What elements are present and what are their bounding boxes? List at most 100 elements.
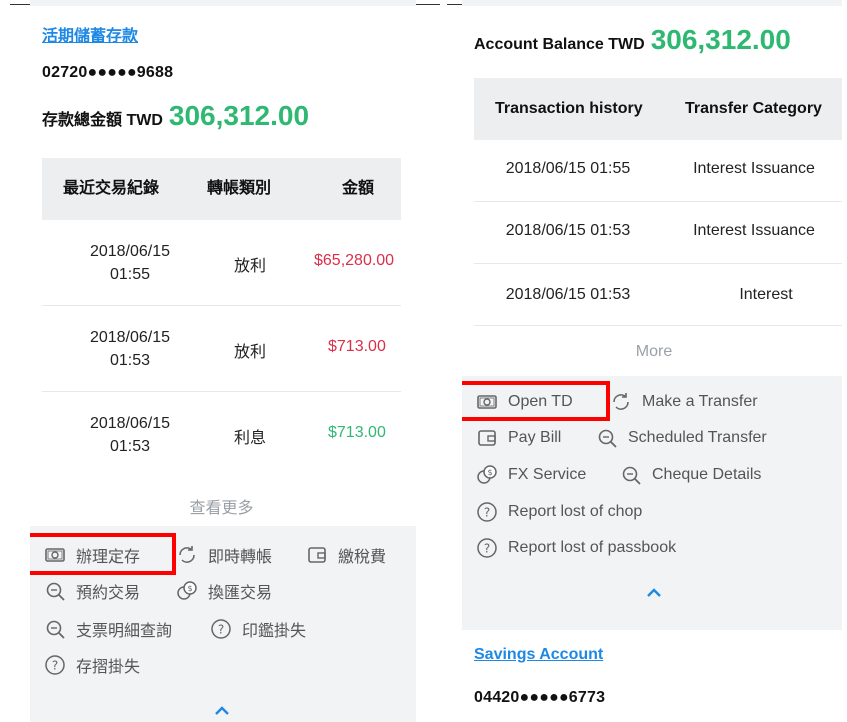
- transaction-date: 2018/06/15: [89, 329, 171, 346]
- search-icon: [44, 618, 66, 640]
- balance-label: 存款總金額 TWD: [42, 112, 163, 129]
- transaction-row[interactable]: 2018/06/15 01:55 放利 $65,280.00: [42, 220, 401, 306]
- search-icon: [44, 580, 66, 602]
- svg-text:?: ?: [484, 542, 490, 556]
- transaction-amount: $713.00: [328, 424, 386, 441]
- transactions-header: 最近交易紀錄 轉帳類別 金額: [42, 158, 401, 220]
- transactions-header: Transaction history Transfer Category: [474, 78, 842, 140]
- savings-account-card[interactable]: Savings Account 04420●●●●●6773: [462, 630, 842, 722]
- search-icon: [620, 464, 642, 486]
- transaction-amount: $713.00: [328, 338, 386, 355]
- transaction-row[interactable]: 2018/06/15 01:53 Interest: [474, 264, 842, 326]
- fx-button[interactable]: $ 換匯交易: [176, 579, 272, 603]
- header-recent-transactions: 最近交易紀錄: [63, 180, 160, 197]
- search-icon: [596, 427, 618, 449]
- currency-exchange-icon: $: [176, 580, 198, 602]
- account-name[interactable]: 活期儲蓄存款: [42, 22, 138, 46]
- savings-account-name[interactable]: Savings Account: [474, 646, 603, 664]
- fx-service-button[interactable]: $ FX Service: [476, 464, 586, 486]
- transaction-date: 2018/06/15: [89, 243, 171, 260]
- account-card: Account Balance TWD 306,312.00 Transactio…: [462, 6, 842, 376]
- transaction-category: 利息: [233, 430, 266, 447]
- scheduled-button[interactable]: 預約交易: [44, 579, 140, 603]
- transaction-time: 01:55: [109, 266, 151, 283]
- fx-label: 換匯交易: [208, 585, 273, 602]
- refresh-arrows-icon: [610, 391, 632, 413]
- question-circle-icon: ?: [476, 501, 498, 523]
- transaction-time: 01:53: [109, 438, 151, 455]
- svg-text:?: ?: [484, 506, 490, 520]
- chop-label: 印鑑掛失: [242, 623, 307, 640]
- report-passbook-button[interactable]: ? Report lost of passbook: [476, 537, 676, 559]
- svg-text:?: ?: [218, 623, 224, 637]
- wallet-icon: [306, 544, 328, 566]
- transaction-datetime: 2018/06/15 01:53: [50, 326, 210, 372]
- transaction-datetime: 2018/06/15 01:53: [50, 412, 210, 458]
- view-more-link[interactable]: 查看更多: [42, 494, 401, 518]
- svg-text:?: ?: [52, 659, 58, 673]
- transaction-category: Interest Issuance: [693, 160, 815, 177]
- report-passbook-label: Report lost of passbook: [508, 539, 677, 556]
- transaction-datetime: 2018/06/15 01:55: [505, 160, 631, 177]
- transaction-row[interactable]: 2018/06/15 01:53 放利 $713.00: [42, 306, 401, 392]
- transaction-amount: $65,280.00: [314, 252, 395, 269]
- transaction-category: 放利: [233, 344, 266, 361]
- account-card: 活期儲蓄存款 02720●●●●●9688 存款總金額 TWD 306,312.0…: [30, 6, 416, 526]
- report-chop-label: Report lost of chop: [508, 503, 643, 520]
- cheque-details-button[interactable]: Cheque Details: [620, 464, 761, 486]
- pay-tax-button[interactable]: 繳稅費: [306, 543, 386, 567]
- refresh-arrows-icon: [176, 544, 198, 566]
- cheque-button[interactable]: 支票明細查詢: [44, 617, 172, 641]
- report-chop-button[interactable]: ? Report lost of chop: [476, 501, 642, 523]
- highlight-box: [462, 381, 610, 421]
- question-circle-icon: ?: [44, 654, 66, 676]
- transaction-row[interactable]: 2018/06/15 01:55 Interest Issuance: [474, 140, 842, 202]
- balance-label: Account Balance TWD: [474, 36, 645, 53]
- svg-text:$: $: [187, 584, 192, 593]
- transaction-datetime: 2018/06/15 01:53: [505, 286, 631, 303]
- transaction-datetime: 2018/06/15 01:55: [50, 240, 210, 286]
- transfer-label: 即時轉帳: [208, 549, 273, 566]
- transaction-category: Interest Issuance: [693, 222, 815, 239]
- scheduled-transfer-button[interactable]: Scheduled Transfer: [596, 427, 767, 449]
- transaction-category: 放利: [233, 258, 266, 275]
- cheque-details-label: Cheque Details: [652, 466, 762, 483]
- question-circle-icon: ?: [210, 618, 232, 640]
- highlight-box: [30, 533, 176, 575]
- header-transfer-category: Transfer Category: [685, 100, 822, 117]
- more-link[interactable]: More: [474, 343, 834, 361]
- chevron-up-icon[interactable]: [212, 703, 232, 717]
- english-account-panel: Account Balance TWD 306,312.00 Transactio…: [462, 0, 842, 722]
- chevron-up-icon[interactable]: [644, 585, 664, 599]
- scheduled-label: 預約交易: [76, 585, 141, 602]
- balance-row: Account Balance TWD 306,312.00: [474, 24, 791, 56]
- savings-account-number: 04420●●●●●6773: [474, 689, 606, 706]
- chinese-account-panel: 活期儲蓄存款 02720●●●●●9688 存款總金額 TWD 306,312.0…: [30, 0, 416, 722]
- transaction-datetime: 2018/06/15 01:53: [505, 222, 631, 239]
- chop-button[interactable]: ? 印鑑掛失: [210, 617, 306, 641]
- make-transfer-label: Make a Transfer: [642, 393, 758, 410]
- wallet-icon: [476, 427, 498, 449]
- transfer-button[interactable]: 即時轉帳: [176, 543, 272, 567]
- passbook-label: 存摺掛失: [76, 659, 141, 676]
- svg-text:$: $: [487, 468, 492, 477]
- balance-value: 306,312.00: [650, 24, 791, 55]
- passbook-button[interactable]: ? 存摺掛失: [44, 653, 140, 677]
- cheque-label: 支票明細查詢: [76, 623, 173, 640]
- fx-service-label: FX Service: [508, 466, 587, 483]
- transaction-time: 01:53: [109, 352, 151, 369]
- transaction-row[interactable]: 2018/06/15 01:53 Interest Issuance: [474, 202, 842, 264]
- header-transfer-category: 轉帳類別: [207, 180, 272, 197]
- header-amount: 金額: [342, 180, 375, 197]
- transaction-row[interactable]: 2018/06/15 01:53 利息 $713.00: [42, 392, 401, 478]
- scheduled-transfer-label: Scheduled Transfer: [628, 429, 767, 446]
- currency-exchange-icon: $: [476, 464, 498, 486]
- pay-bill-label: Pay Bill: [508, 429, 562, 446]
- pay-bill-button[interactable]: Pay Bill: [476, 427, 561, 449]
- question-circle-icon: ?: [476, 537, 498, 559]
- pay-tax-label: 繳稅費: [338, 549, 387, 566]
- header-transaction-history: Transaction history: [495, 100, 643, 117]
- make-transfer-button[interactable]: Make a Transfer: [610, 391, 758, 413]
- account-number: 02720●●●●●9688: [42, 64, 174, 81]
- balance-value: 306,312.00: [168, 100, 310, 131]
